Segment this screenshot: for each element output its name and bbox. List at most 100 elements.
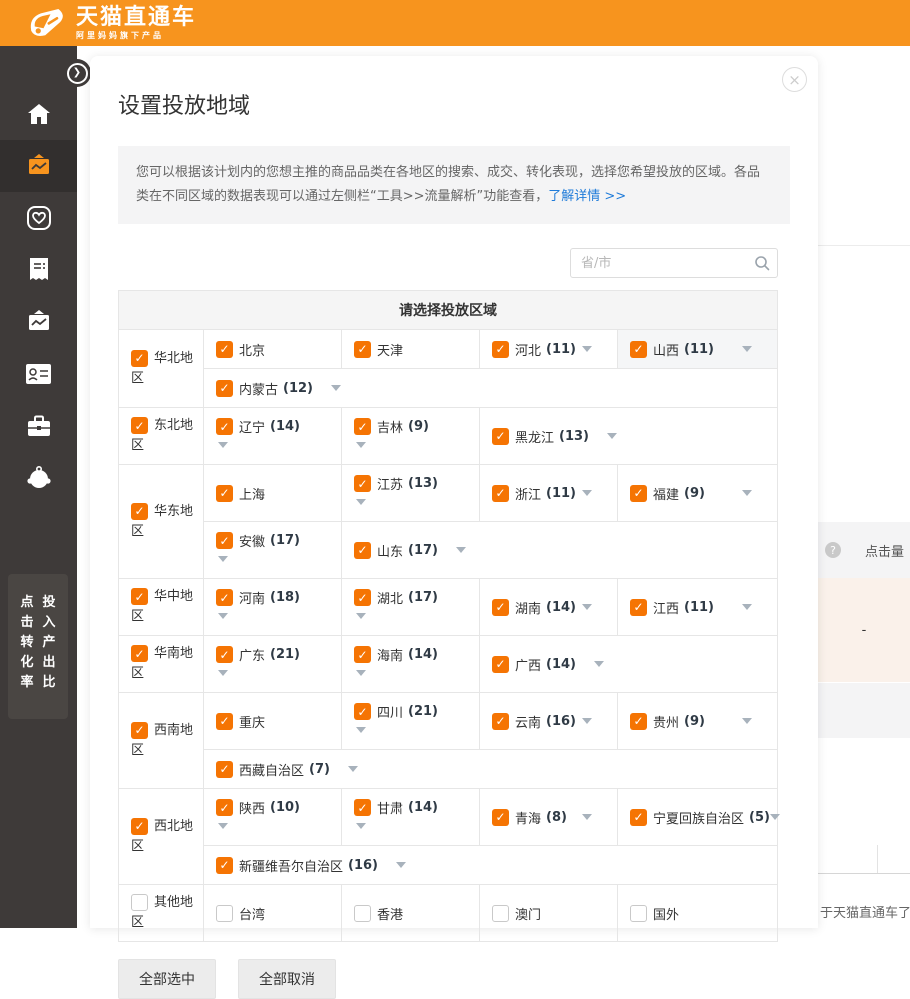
chevron-down-icon[interactable] xyxy=(356,823,366,829)
province-checkbox-label[interactable]: ✓宁夏回族自治区(5) xyxy=(630,808,770,827)
region-checkbox-label[interactable]: ✓华北地区 xyxy=(131,349,193,389)
province-checkbox-label[interactable]: ✓北京 xyxy=(216,340,265,359)
chevron-down-icon[interactable] xyxy=(742,490,752,496)
checkbox[interactable]: ✓ xyxy=(131,417,148,434)
province-checkbox-label[interactable]: ✓四川(21) xyxy=(354,702,438,721)
province-checkbox-label[interactable]: ✓安徽(17) xyxy=(216,531,300,550)
province-checkbox-label[interactable]: ✓吉林(9) xyxy=(354,417,429,436)
chevron-down-icon[interactable] xyxy=(742,718,752,724)
province-checkbox-label[interactable]: ✓湖南(14) xyxy=(492,598,576,617)
province-checkbox-label[interactable]: ✓青海(8) xyxy=(492,808,567,827)
chevron-down-icon[interactable] xyxy=(594,661,604,667)
province-checkbox-label[interactable]: ✓河南(18) xyxy=(216,588,300,607)
chevron-down-icon[interactable] xyxy=(582,346,592,352)
chevron-down-icon[interactable] xyxy=(356,442,366,448)
brand-logo[interactable]: 天猫直通车 阿里妈妈旗下产品 xyxy=(26,5,196,41)
province-checkbox-label[interactable]: ✓天津 xyxy=(354,340,403,359)
close-icon[interactable]: × xyxy=(782,67,807,92)
checkbox[interactable]: ✓ xyxy=(630,599,647,616)
checkbox[interactable]: ✓ xyxy=(492,428,509,445)
checkbox[interactable]: ✓ xyxy=(131,722,148,739)
checkbox[interactable]: ✓ xyxy=(216,589,233,606)
checkbox[interactable]: ✓ xyxy=(216,799,233,816)
province-checkbox-label[interactable]: ✓浙江(11) xyxy=(492,484,576,503)
region-checkbox-label[interactable]: ✓东北地区 xyxy=(131,416,193,456)
province-checkbox-label[interactable]: ✓内蒙古(12) xyxy=(216,379,313,398)
province-checkbox-label[interactable]: ✓河北(11) xyxy=(492,340,576,359)
province-checkbox-label[interactable]: ✓云南(16) xyxy=(492,712,576,731)
checkbox[interactable]: ✓ xyxy=(354,646,371,663)
chevron-down-icon[interactable] xyxy=(356,670,366,676)
chevron-down-icon[interactable] xyxy=(356,727,366,733)
checkbox[interactable]: ✓ xyxy=(216,857,233,874)
chevron-down-icon[interactable] xyxy=(348,766,358,772)
chevron-down-icon[interactable] xyxy=(331,385,341,391)
province-checkbox-label[interactable]: ✓甘肃(14) xyxy=(354,798,438,817)
checkbox[interactable] xyxy=(630,905,647,922)
sidebar-item-campaign[interactable] xyxy=(0,140,77,192)
help-icon[interactable]: ? xyxy=(825,542,841,558)
province-checkbox-label[interactable]: ✓山东(17) xyxy=(354,541,438,560)
checkbox[interactable]: ✓ xyxy=(131,645,148,662)
checkbox[interactable]: ✓ xyxy=(492,713,509,730)
chevron-down-icon[interactable] xyxy=(742,346,752,352)
sidebar-item-briefcase[interactable] xyxy=(0,400,77,452)
province-checkbox-label[interactable]: ✓江苏(13) xyxy=(354,474,438,493)
province-checkbox-label[interactable]: 台湾 xyxy=(216,904,265,923)
checkbox[interactable]: ✓ xyxy=(630,341,647,358)
chevron-down-icon[interactable] xyxy=(582,604,592,610)
province-checkbox-label[interactable]: ✓广西(14) xyxy=(492,655,576,674)
chevron-down-icon[interactable] xyxy=(356,613,366,619)
select-all-button[interactable]: 全部选中 xyxy=(118,959,216,999)
checkbox[interactable]: ✓ xyxy=(216,713,233,730)
chevron-down-icon[interactable] xyxy=(770,814,780,820)
province-search-input[interactable] xyxy=(570,248,778,278)
region-checkbox-label[interactable]: ✓华南地区 xyxy=(131,644,193,684)
province-checkbox-label[interactable]: ✓山西(11) xyxy=(630,340,714,359)
checkbox[interactable]: ✓ xyxy=(131,818,148,835)
sidebar-item-idcard[interactable] xyxy=(0,348,77,400)
chevron-down-icon[interactable] xyxy=(218,823,228,829)
chevron-down-icon[interactable] xyxy=(396,862,406,868)
sidebar-item-report[interactable] xyxy=(0,244,77,296)
chevron-down-icon[interactable] xyxy=(456,547,466,553)
checkbox[interactable]: ✓ xyxy=(492,656,509,673)
chevron-down-icon[interactable] xyxy=(218,442,228,448)
region-checkbox-label[interactable]: ✓华中地区 xyxy=(131,587,193,627)
checkbox[interactable]: ✓ xyxy=(354,589,371,606)
province-checkbox-label[interactable]: ✓福建(9) xyxy=(630,484,705,503)
checkbox[interactable]: ✓ xyxy=(492,809,509,826)
checkbox[interactable]: ✓ xyxy=(492,485,509,502)
checkbox[interactable]: ✓ xyxy=(354,542,371,559)
checkbox[interactable] xyxy=(492,905,509,922)
sidebar-item-favorites[interactable] xyxy=(0,192,77,244)
checkbox[interactable]: ✓ xyxy=(354,341,371,358)
checkbox[interactable]: ✓ xyxy=(131,503,148,520)
chevron-down-icon[interactable] xyxy=(356,499,366,505)
checkbox[interactable]: ✓ xyxy=(492,341,509,358)
checkbox[interactable]: ✓ xyxy=(216,646,233,663)
checkbox[interactable]: ✓ xyxy=(630,713,647,730)
chevron-down-icon[interactable] xyxy=(742,604,752,610)
province-checkbox-label[interactable]: ✓新疆维吾尔自治区(16) xyxy=(216,856,378,875)
chevron-down-icon[interactable] xyxy=(582,718,592,724)
background-clicks-column-header[interactable]: ? 点击量 xyxy=(818,522,910,578)
checkbox[interactable]: ✓ xyxy=(216,761,233,778)
checkbox[interactable]: ✓ xyxy=(492,599,509,616)
cancel-all-button[interactable]: 全部取消 xyxy=(238,959,336,999)
province-checkbox-label[interactable]: 国外 xyxy=(630,904,679,923)
province-checkbox-label[interactable]: ✓黑龙江(13) xyxy=(492,427,589,446)
region-checkbox-label[interactable]: ✓西南地区 xyxy=(131,721,193,761)
checkbox[interactable]: ✓ xyxy=(131,350,148,367)
sidebar-item-board[interactable] xyxy=(0,296,77,348)
checkbox[interactable] xyxy=(131,894,148,911)
sidebar-expand-toggle[interactable]: ❯ xyxy=(63,59,91,87)
province-checkbox-label[interactable]: ✓广东(21) xyxy=(216,645,300,664)
sidebar-item-community[interactable] xyxy=(0,452,77,504)
checkbox[interactable]: ✓ xyxy=(354,703,371,720)
checkbox[interactable]: ✓ xyxy=(354,799,371,816)
region-checkbox-label[interactable]: ✓华东地区 xyxy=(131,502,193,542)
learn-more-link[interactable]: 了解详情 >> xyxy=(548,189,626,204)
province-checkbox-label[interactable]: ✓湖北(17) xyxy=(354,588,438,607)
checkbox[interactable]: ✓ xyxy=(354,475,371,492)
